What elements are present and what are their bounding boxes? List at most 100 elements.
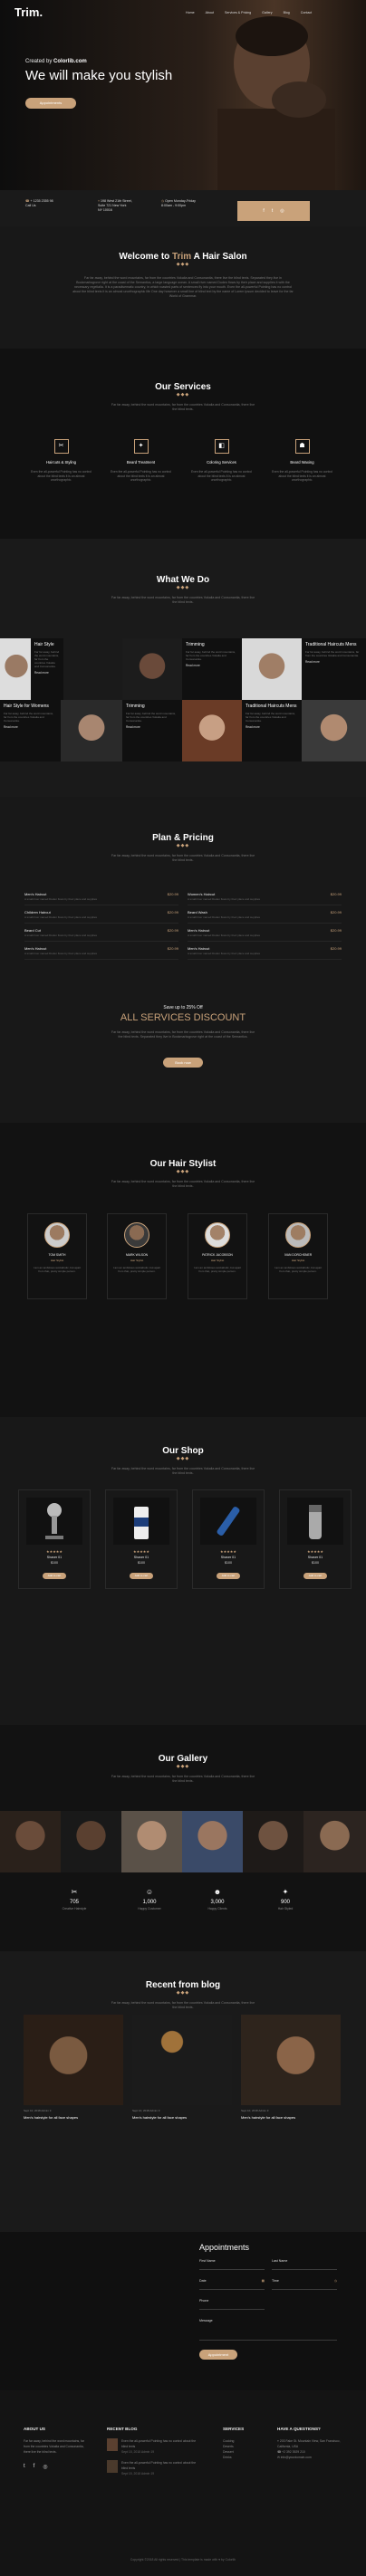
time-field[interactable]: Time ◷: [272, 2279, 337, 2290]
service-card[interactable]: ☗ Beard Waxing Even the all-powerful Point…: [268, 439, 336, 483]
stylist-card[interactable]: TOM SMITH Hair Stylist I am an ambitious w…: [27, 1213, 87, 1299]
price-row: Men's Haircut $20.99 A small river named D…: [188, 946, 342, 960]
hero-brand-link[interactable]: Colorlib.com: [53, 59, 87, 64]
blog-post-title[interactable]: Men's hairstyle for all face shapes: [241, 2115, 341, 2120]
gallery-photo[interactable]: [121, 1811, 182, 1872]
blog-post[interactable]: Sept 10, 2018 Admin 3 Men's hairstyle for…: [132, 2015, 232, 2120]
stylists-title: Our Hair Stylist: [149, 1159, 217, 1169]
blog-post-title[interactable]: Men's hairstyle for all face shapes: [24, 2115, 123, 2120]
read-more-link[interactable]: Read more: [305, 660, 362, 664]
read-more-link[interactable]: Read more: [126, 725, 178, 729]
price-row: Women's Haircut $20.99 A small river named…: [188, 892, 342, 905]
gallery-photo[interactable]: [243, 1811, 303, 1872]
avatar: [205, 1222, 230, 1248]
mens-haircut-photo: [242, 638, 302, 700]
gallery-photo[interactable]: [0, 1811, 61, 1872]
nav-home[interactable]: Home: [186, 11, 195, 14]
gallery-section: Our Gallery ◆◆◆ Far far away, behind the…: [0, 1725, 366, 1951]
read-more-link[interactable]: Read more: [34, 671, 60, 675]
services-subtitle: Far far away, behind the word mountains,…: [111, 403, 255, 411]
twitter-icon[interactable]: t: [24, 2464, 25, 2470]
add-to-cart-button[interactable]: Add to cart: [43, 1573, 66, 1579]
welcome-text: Far far away, behind the word mountains,…: [72, 276, 294, 298]
what-we-do-section: What We Do ◆◆◆ Far far away, behind the …: [0, 539, 366, 797]
navbar: Trim. Home About Services & Pricing Gall…: [0, 0, 366, 24]
book-now-button[interactable]: Book now: [163, 1058, 203, 1068]
service-card[interactable]: ✦ Beard Treatment Even the all-powerful Po…: [107, 439, 175, 483]
message-field[interactable]: Message: [199, 2319, 337, 2341]
hero-appointment-button[interactable]: Appointments: [25, 98, 76, 109]
promo-small: Save up to 25% Off: [163, 1005, 203, 1010]
trimmer-image: [200, 1498, 256, 1545]
product-card[interactable]: ★★★★★ Shaver 01 $100 Add to cart: [192, 1489, 265, 1589]
welcome-title: Welcome to Trim A Hair Salon: [119, 252, 247, 262]
blog-image[interactable]: [132, 2015, 232, 2105]
footer-email-link[interactable]: info@yourdomain.com: [281, 2456, 312, 2459]
footer-blog-item[interactable]: Even the all-powerful Pointing has no co…: [107, 2460, 197, 2476]
logo[interactable]: Trim.: [14, 5, 43, 19]
add-to-cart-button[interactable]: Add to cart: [303, 1573, 327, 1579]
instagram-icon[interactable]: ◎: [43, 2464, 47, 2470]
footer-blog-item[interactable]: Even the all-powerful Pointing has no co…: [107, 2438, 197, 2455]
nav-blog[interactable]: Blog: [284, 11, 290, 14]
blog-post[interactable]: Sept 10, 2018 Admin 3 Men's hairstyle for…: [241, 2015, 341, 2120]
first-name-field[interactable]: First Name: [199, 2259, 265, 2270]
facebook-icon[interactable]: f: [34, 2464, 35, 2470]
instagram-icon[interactable]: ◎: [280, 208, 284, 214]
blog-post[interactable]: Sept 10, 2018 Admin 3 Men's hairstyle for…: [24, 2015, 123, 2120]
trimming-photo: [122, 638, 182, 700]
last-name-field[interactable]: Last Name: [272, 2259, 337, 2270]
read-more-link[interactable]: Read more: [4, 725, 57, 729]
read-more-link[interactable]: Read more: [246, 725, 298, 729]
add-to-cart-button[interactable]: Add to cart: [217, 1573, 240, 1579]
wwd-title: What We Do: [156, 575, 210, 585]
add-to-cart-button[interactable]: Add to cart: [130, 1573, 153, 1579]
gallery-photo[interactable]: [61, 1811, 121, 1872]
shaving-brush-image: [26, 1498, 82, 1545]
product-card[interactable]: ★★★★★ Shaver 01 $100 Add to cart: [279, 1489, 352, 1589]
footer-phone-link[interactable]: +2 392 3929 210: [282, 2450, 305, 2454]
appointment-section: Appointments First Name Last Name Date ▦ …: [0, 2232, 366, 2390]
price-row: Men's Haircut $20.99 A small river named D…: [188, 928, 342, 942]
shop-section: Our Shop ◆◆◆ Far far away, behind the wo…: [0, 1417, 366, 1725]
facebook-icon[interactable]: f: [263, 208, 264, 214]
blog-image[interactable]: [241, 2015, 341, 2105]
stylist-card[interactable]: IVAN DORCHSNER Hair Stylist I am an ambiti…: [268, 1213, 328, 1299]
blog-image[interactable]: [24, 2015, 123, 2105]
clock-icon: ◷: [333, 2279, 337, 2283]
appointment-submit-button[interactable]: Appointment: [199, 2350, 237, 2360]
nav-services[interactable]: Services & Pricing: [225, 11, 251, 14]
service-card[interactable]: ◧ Coloring Services Even the all-powerful …: [188, 439, 255, 483]
wwd-tile: Traditional Haircuts Mens Far far away, b…: [302, 638, 366, 700]
wwd-tile: Hair Style for Womens Far far away, behin…: [0, 700, 61, 761]
gallery-subtitle: Far far away, behind the word mountains,…: [111, 1775, 255, 1783]
gallery-photo[interactable]: [303, 1811, 366, 1872]
read-more-link[interactable]: Read more: [186, 664, 238, 667]
twitter-icon[interactable]: t: [272, 208, 273, 214]
stylist-card[interactable]: PATRICK JACOBSON Hair Stylist I am an ambi…: [188, 1213, 247, 1299]
gallery-photo[interactable]: [182, 1811, 243, 1872]
stylist-card[interactable]: MARK WILSON Hair Stylist I am an ambitious…: [107, 1213, 167, 1299]
stylists-section: Our Hair Stylist ◆◆◆ Far far away, behin…: [0, 1123, 366, 1417]
divider-icon: ◆◆◆: [176, 585, 190, 590]
wwd-tile: Trimming Far far away, behind the word mo…: [182, 638, 242, 700]
product-card[interactable]: ★★★★★ Shaver 01 $100 Add to cart: [18, 1489, 91, 1589]
nav-about[interactable]: About: [206, 11, 214, 14]
nav-gallery[interactable]: Gallery: [262, 11, 272, 14]
stat-counter: ✂ 705 Creative Hairstyle: [47, 1888, 101, 1910]
divider-icon: ◆◆◆: [176, 1990, 190, 1996]
price-row: Beard Cut $20.99 A small river named Duden…: [24, 928, 178, 942]
service-card[interactable]: ✂ Haircuts & Styling Even the all-powerful…: [27, 439, 95, 483]
date-field[interactable]: Date ▦: [199, 2279, 265, 2290]
nav-menu: Home About Services & Pricing Gallery Bl…: [186, 11, 312, 14]
footer-service-link[interactable]: Drinks: [223, 2455, 268, 2460]
comb-icon: ✦: [282, 1888, 289, 1896]
product-card[interactable]: ★★★★★ Shaver 01 $100 Add to cart: [105, 1489, 178, 1589]
phone-field[interactable]: Phone: [199, 2299, 265, 2310]
pricing-subtitle: Far far away, behind the word mountains,…: [111, 854, 255, 862]
beard-icon: ✦: [133, 439, 149, 454]
nav-contact[interactable]: Contact: [301, 11, 312, 14]
blog-post-title[interactable]: Men's hairstyle for all face shapes: [132, 2115, 232, 2120]
price-row: Men's Haircut $20.99 A small river named D…: [24, 946, 178, 960]
hero-subtitle: Created by Colorlib.com: [25, 59, 87, 64]
